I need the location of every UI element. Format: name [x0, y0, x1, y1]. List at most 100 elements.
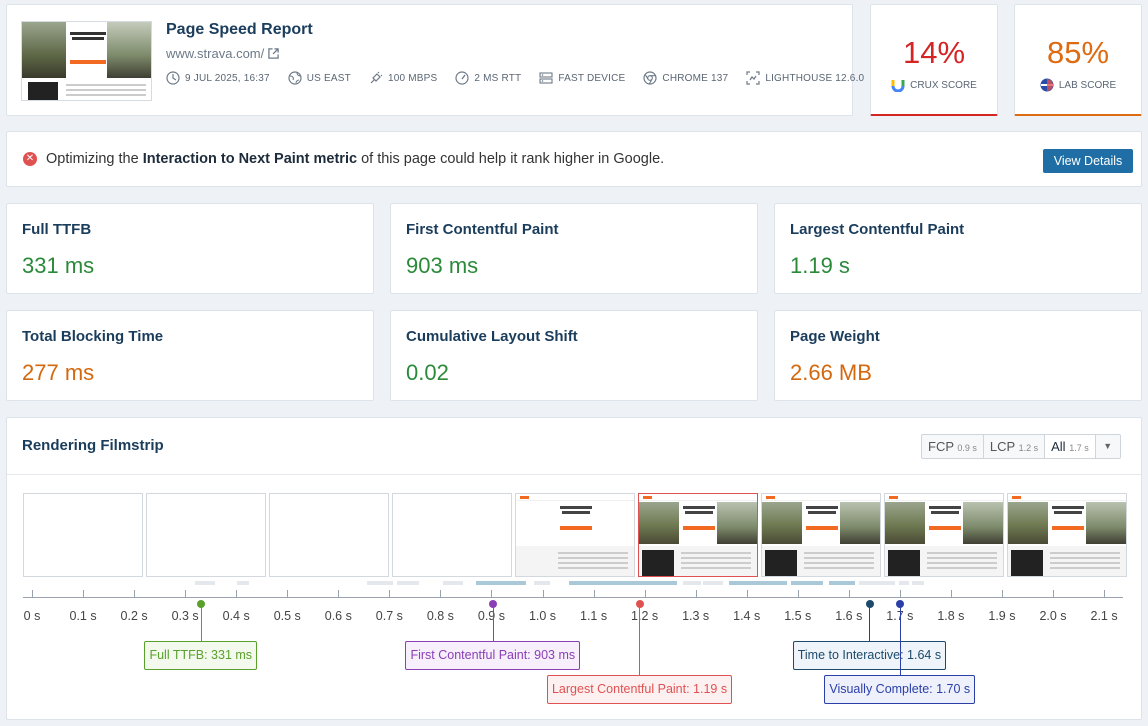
timeline-tick: [695, 590, 697, 598]
metric-card-cls[interactable]: Cumulative Layout Shift 0.02: [390, 310, 758, 401]
meta-rtt: 2 MS RTT: [455, 71, 521, 85]
timeline-tick: [134, 590, 136, 598]
filmstrip-range-selector[interactable]: FCP 0.9 s LCP 1.2 s All 1.7 s ▼: [921, 434, 1121, 459]
view-details-button[interactable]: View Details: [1043, 149, 1133, 173]
timeline-tick-label: 0.8 s: [426, 609, 454, 623]
timeline-tick: [236, 590, 238, 598]
meta-date: 9 JUL 2025, 16:37: [166, 71, 270, 85]
filmstrip-frame[interactable]: [1007, 493, 1127, 577]
event-marker-dot[interactable]: [865, 600, 874, 608]
meta-device: FAST DEVICE: [539, 71, 625, 85]
timeline-tick: [1104, 590, 1106, 598]
crux-logo-icon: [891, 80, 905, 92]
timeline-tick: [287, 590, 289, 598]
metric-value: 331 ms: [22, 253, 95, 278]
filmstrip-frame[interactable]: [884, 493, 1004, 577]
metric-value: 1.19 s: [790, 253, 850, 278]
metric-title: Page Weight: [790, 328, 880, 345]
timeline-tick-label: 1.4 s: [733, 609, 761, 623]
rendering-filmstrip: Rendering Filmstrip FCP 0.9 s LCP 1.2 s …: [6, 417, 1142, 720]
timeline-tick-label: 1.0 s: [528, 609, 557, 623]
filmstrip-frame[interactable]: [638, 493, 758, 577]
ranking-alert: ✕ Optimizing the Interaction to Next Pai…: [6, 131, 1142, 187]
metric-value: 0.02: [406, 360, 449, 385]
timeline-axis: [23, 597, 1123, 598]
filmstrip-frame[interactable]: [269, 493, 389, 577]
metric-card-page-weight[interactable]: Page Weight 2.66 MB: [774, 310, 1142, 401]
filmstrip-frame[interactable]: [23, 493, 143, 577]
metric-title: First Contentful Paint: [406, 221, 559, 238]
lab-score-value: 85%: [1046, 35, 1110, 70]
metric-title: Largest Contentful Paint: [790, 221, 965, 238]
filmstrip-frame[interactable]: [761, 493, 881, 577]
range-option-lcp[interactable]: LCP 1.2 s: [984, 435, 1046, 458]
timeline-tick-label: 1.2 s: [631, 609, 659, 623]
event-marker-dot[interactable]: [197, 600, 206, 608]
timeline-tick: [950, 590, 952, 598]
server-icon: [539, 72, 553, 84]
page-url-text[interactable]: www.strava.com/: [166, 46, 264, 61]
metric-card-tbt[interactable]: Total Blocking Time 277 ms: [6, 310, 374, 401]
filmstrip-title: Rendering Filmstrip: [22, 437, 164, 454]
timeline-tick-label: 1.3 s: [682, 609, 710, 623]
metric-card-lcp[interactable]: Largest Contentful Paint 1.19 s: [774, 203, 1142, 294]
event-marker-line: [869, 604, 871, 641]
event-label[interactable]: Full TTFB: 331 ms: [144, 641, 258, 670]
timeline-tick: [338, 590, 340, 598]
timeline-tick-label: 1.5 s: [784, 609, 812, 623]
error-icon: ✕: [23, 152, 37, 166]
crux-score-label: CRUX SCORE: [910, 79, 977, 91]
alert-message: Optimizing the Interaction to Next Paint…: [46, 151, 665, 167]
metric-card-ttfb[interactable]: Full TTFB 331 ms: [6, 203, 374, 294]
filmstrip-frames: [23, 493, 1127, 577]
meta-browser: CHROME 137: [643, 71, 728, 85]
metric-value: 277 ms: [22, 360, 95, 385]
plug-icon: [370, 71, 383, 84]
timeline-tick: [848, 590, 850, 598]
globe-icon: [288, 71, 302, 85]
report-title: Page Speed Report: [166, 21, 313, 38]
timeline-tick: [1053, 590, 1054, 598]
event-marker-line: [492, 604, 494, 641]
lighthouse-icon: [746, 71, 760, 85]
divider: [7, 474, 1141, 475]
metric-card-fcp[interactable]: First Contentful Paint 903 ms: [390, 203, 758, 294]
filmstrip-frame[interactable]: [392, 493, 512, 577]
event-marker-dot[interactable]: [896, 600, 905, 608]
timeline-tick: [593, 590, 595, 598]
chevron-down-icon[interactable]: ▼: [1096, 435, 1120, 458]
timeline-tick: [491, 590, 493, 598]
range-option-all[interactable]: All 1.7 s: [1045, 435, 1096, 458]
event-marker-line: [639, 604, 641, 675]
report-header-card: Page Speed Report www.strava.com/ 9 JUL …: [6, 4, 864, 116]
page-url[interactable]: www.strava.com/: [166, 46, 279, 61]
event-marker-dot[interactable]: [635, 600, 644, 608]
timeline-tick-label: 0.4 s: [222, 609, 250, 623]
lab-score-card[interactable]: 85% LAB SCORE: [1014, 4, 1142, 116]
timeline-tick-label: 0 s: [23, 609, 41, 623]
range-option-fcp[interactable]: FCP 0.9 s: [922, 435, 984, 458]
timeline-tick: [185, 590, 187, 598]
timeline-tick-label: 1.8 s: [937, 609, 965, 623]
timeline-tick-label: 1.9 s: [988, 609, 1016, 623]
meta-lighthouse: LIGHTHOUSE 12.6.0: [746, 71, 864, 85]
meta-location: US EAST: [288, 71, 351, 85]
filmstrip-frame[interactable]: [146, 493, 266, 577]
crux-score-card[interactable]: 14% CRUX SCORE: [870, 4, 998, 116]
external-link-icon[interactable]: [268, 48, 279, 59]
timeline-tick: [746, 590, 748, 598]
timeline-tick-label: 0.2 s: [120, 609, 148, 623]
filmstrip-frame[interactable]: [515, 493, 635, 577]
event-label[interactable]: Visually Complete: 1.70 s: [824, 675, 976, 704]
timeline-tick-label: 0.5 s: [273, 609, 301, 623]
timeline-tick: [797, 590, 799, 598]
timeline-tick-label: 0.7 s: [375, 609, 403, 623]
event-label[interactable]: Time to Interactive: 1.64 s: [792, 641, 947, 670]
event-label[interactable]: First Contentful Paint: 903 ms: [405, 641, 581, 670]
page-thumbnail: [21, 21, 152, 101]
timeline-tick-label: 0.1 s: [69, 609, 97, 623]
timeline-tick-label: 0.6 s: [324, 609, 352, 623]
event-marker-dot[interactable]: [489, 600, 498, 608]
metric-title: Total Blocking Time: [22, 328, 164, 345]
event-label[interactable]: Largest Contentful Paint: 1.19 s: [546, 675, 733, 704]
